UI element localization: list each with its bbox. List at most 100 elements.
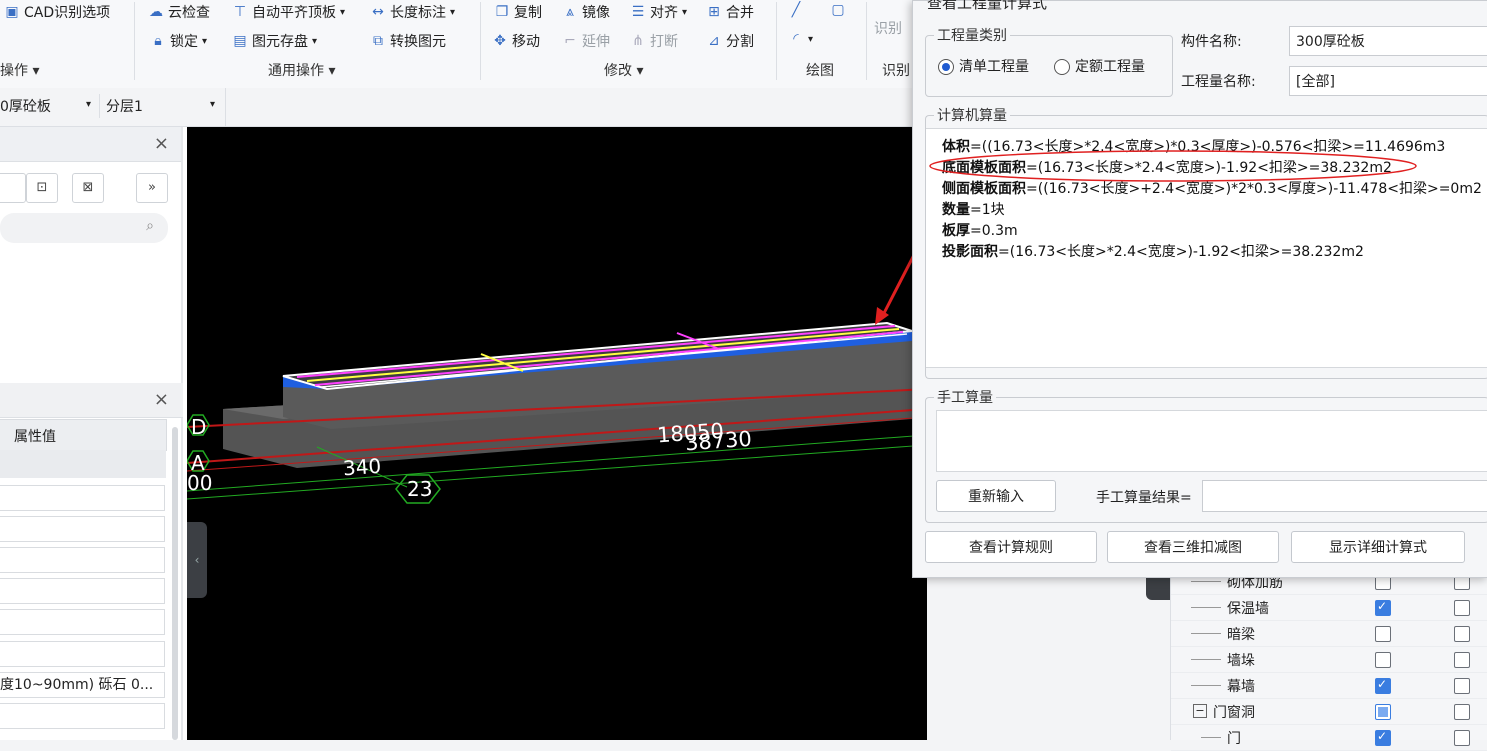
edit-component-icon: ⊠ <box>82 180 94 195</box>
manual-quantity-group: 手工算量 重新输入 手工算量结果= <box>925 387 1487 523</box>
visibility-checkbox[interactable] <box>1375 677 1391 694</box>
scrollbar[interactable] <box>172 427 178 740</box>
more-button[interactable]: » <box>136 173 168 203</box>
group-label-draw[interactable]: 绘图 <box>806 60 834 80</box>
collapse-node-icon[interactable]: − <box>1193 704 1207 718</box>
property-row[interactable]: 度10~90mm) 砾石 0... <box>0 672 165 698</box>
length-mark-button[interactable]: ↔ 长度标注 ▾ <box>370 2 455 22</box>
property-row[interactable] <box>0 641 165 667</box>
copy-button[interactable]: ❐ 复制 <box>494 2 542 22</box>
group-label-identify[interactable]: 识别 <box>882 60 910 80</box>
visibility-checkbox[interactable] <box>1454 678 1470 694</box>
manual-formula-input[interactable] <box>936 410 1487 472</box>
visibility-checkbox[interactable] <box>1454 704 1470 720</box>
edit-component-button[interactable]: ⊠ <box>72 173 104 203</box>
visibility-checkbox[interactable] <box>1454 600 1470 616</box>
auto-flat-top-button[interactable]: ⊤ 自动平齐顶板 ▾ <box>232 2 345 22</box>
group-label-general[interactable]: 通用操作 ▾ <box>268 60 335 80</box>
draw-rect-button[interactable]: ▢ <box>830 2 846 18</box>
close-icon[interactable]: × <box>154 133 169 154</box>
copy-component-button[interactable]: ⊡ <box>26 173 58 203</box>
tree-row[interactable]: − 门窗洞 <box>1171 698 1487 725</box>
tree-item-label: 暗梁 <box>1227 627 1255 643</box>
arc-icon: ◜ <box>793 31 799 47</box>
tree-row[interactable]: 幕墙 <box>1171 672 1487 699</box>
draw-line-button[interactable]: ╱ <box>788 2 804 18</box>
property-row[interactable] <box>0 609 165 635</box>
element-save-button[interactable]: ▤ 图元存盘 ▾ <box>232 31 317 51</box>
chevron-down-icon: ▾ <box>808 33 814 45</box>
visibility-checkbox[interactable] <box>1454 626 1470 642</box>
manual-result-field[interactable] <box>1202 480 1487 512</box>
formula-line[interactable]: 板厚=0.3m <box>942 220 1018 240</box>
radio-checked-icon <box>938 59 954 75</box>
split-button[interactable]: ⊿ 分割 <box>706 31 754 51</box>
3d-viewport[interactable]: D A 00 340 23 18050 38730 <box>187 127 927 740</box>
save-icon: ▤ <box>233 33 247 49</box>
component-dropdown[interactable]: 0厚砼板 ▾ <box>0 96 91 116</box>
chevron-down-icon: ▾ <box>328 63 336 79</box>
copy-icon: ❐ <box>495 4 509 20</box>
visibility-checkbox[interactable] <box>1454 652 1470 668</box>
draw-arc-button[interactable]: ◜ ▾ <box>788 31 813 47</box>
visibility-checkbox[interactable] <box>1375 704 1391 720</box>
property-group-row[interactable] <box>0 450 166 478</box>
visibility-checkbox[interactable] <box>1375 626 1391 642</box>
group-label-modify[interactable]: 修改 ▾ <box>604 60 643 80</box>
view-3d-deduct-button[interactable]: 查看三维扣减图 <box>1107 531 1279 563</box>
convert-element-button[interactable]: ⧉ 转换图元 <box>370 31 446 51</box>
cloud-check-button[interactable]: ☁ 云检查 <box>148 2 210 22</box>
extend-button[interactable]: ⌐ 延伸 <box>562 31 610 51</box>
group-label-ops[interactable]: 操作 ▾ <box>0 60 39 80</box>
visibility-checkbox[interactable] <box>1375 599 1391 616</box>
divider <box>99 94 100 118</box>
align-button[interactable]: ☰ 对齐 ▾ <box>630 2 687 22</box>
chevron-down-icon: ▾ <box>636 63 644 79</box>
property-row[interactable] <box>0 516 165 542</box>
cad-option-button[interactable]: ▣ CAD识别选项 <box>4 2 110 22</box>
divider <box>776 2 777 80</box>
tree-row[interactable]: 保温墙 <box>1171 594 1487 621</box>
visibility-checkbox[interactable] <box>1375 652 1391 668</box>
formula-line[interactable]: 数量=1块 <box>942 199 1005 219</box>
extend-icon: ⌐ <box>564 33 576 49</box>
collapse-panel-button[interactable]: ‹ <box>187 522 207 598</box>
visibility-checkbox[interactable] <box>1375 729 1391 746</box>
show-detail-formula-button[interactable]: 显示详细计算式 <box>1291 531 1465 563</box>
formula-line[interactable]: 投影面积=(16.73<长度>*2.4<宽度>)-1.92<扣梁>=38.232… <box>942 241 1364 261</box>
property-row[interactable] <box>0 547 165 573</box>
property-panel-header: × <box>0 383 183 418</box>
quantity-name-dropdown[interactable]: [全部] <box>1289 66 1487 96</box>
move-button[interactable]: ✥ 移动 <box>492 31 540 51</box>
reinput-button[interactable]: 重新输入 <box>936 480 1056 512</box>
tree-row[interactable]: 门 <box>1171 724 1487 751</box>
identify-button[interactable]: 识别 <box>874 18 902 38</box>
mirror-button[interactable]: ⩓ 镜像 <box>562 2 610 22</box>
toolbar-button[interactable] <box>0 173 26 203</box>
dimension-text: 340 <box>342 453 382 481</box>
tree-row[interactable]: 墙垛 <box>1171 646 1487 673</box>
layer-dropdown[interactable]: 分层1 ▾ <box>106 96 215 116</box>
property-row[interactable] <box>0 578 165 604</box>
dialog-title: 查看工程量计算式 <box>927 0 1048 12</box>
flat-top-icon: ⊤ <box>233 4 247 20</box>
radio-quota-quantity[interactable]: 定额工程量 <box>1054 56 1145 76</box>
merge-button[interactable]: ⊞ 合并 <box>706 2 754 22</box>
left-panel: × ⊡ ⊠ » ⌕ × 属性值 度10~90mm) 砾石 0... <box>0 127 187 740</box>
radio-list-quantity[interactable]: 清单工程量 <box>938 56 1029 76</box>
search-input[interactable]: ⌕ <box>0 213 168 243</box>
property-value-header: 属性值 <box>14 429 56 445</box>
split-icon: ⊿ <box>708 33 720 49</box>
dimension-text: 38730 <box>684 426 753 456</box>
component-name-field[interactable]: 300厚砼板 <box>1289 26 1487 56</box>
tree-item-label: 门 <box>1227 731 1241 747</box>
lock-button[interactable]: 🔒︎ 锁定 ▾ <box>150 31 207 51</box>
property-row[interactable] <box>0 703 165 729</box>
break-button[interactable]: ⋔ 打断 <box>630 31 678 51</box>
property-row[interactable] <box>0 485 165 511</box>
tree-row[interactable]: 暗梁 <box>1171 620 1487 647</box>
close-icon[interactable]: × <box>154 389 169 410</box>
line-icon: ╱ <box>791 2 801 18</box>
view-calc-rule-button[interactable]: 查看计算规则 <box>925 531 1097 563</box>
visibility-checkbox[interactable] <box>1454 730 1470 746</box>
